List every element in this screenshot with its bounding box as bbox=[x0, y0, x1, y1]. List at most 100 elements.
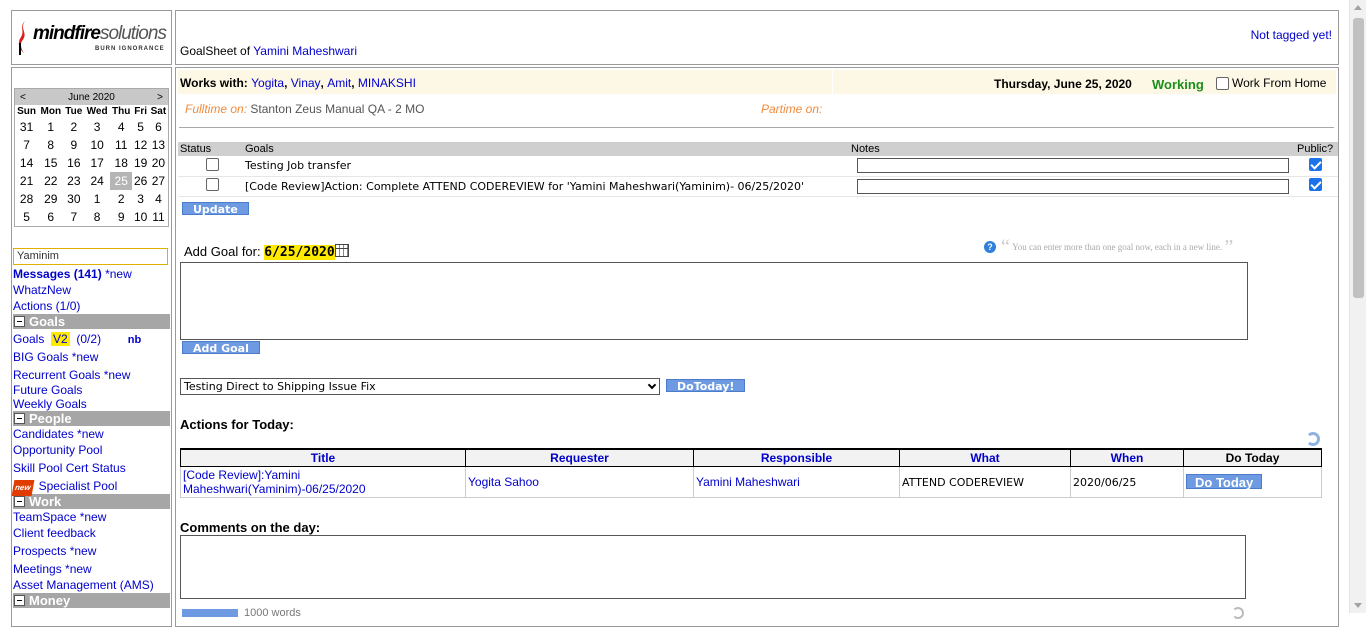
calendar-day[interactable]: 1 bbox=[38, 118, 63, 136]
calendar-day[interactable]: 2 bbox=[110, 190, 132, 208]
calendar-day[interactable]: 5 bbox=[15, 208, 38, 226]
calendar-day[interactable]: 15 bbox=[38, 154, 63, 172]
work-from-home-toggle[interactable]: Work From Home bbox=[1216, 76, 1326, 90]
sidebar-item-big-goals[interactable]: BIG Goals *new bbox=[13, 350, 98, 364]
sidebar-item-recurrent-goals[interactable]: Recurrent Goals *new bbox=[13, 368, 130, 382]
action-responsible-link[interactable]: Yamini Maheshwari bbox=[696, 475, 800, 489]
calendar-day[interactable]: 7 bbox=[63, 208, 84, 226]
action-requester-link[interactable]: Yogita Sahoo bbox=[468, 475, 539, 489]
scroll-thumb[interactable] bbox=[1353, 18, 1364, 298]
calendar-day[interactable]: 5 bbox=[132, 118, 148, 136]
calendar-day[interactable]: 2 bbox=[63, 118, 84, 136]
sidebar-item-client-feedback[interactable]: Client feedback bbox=[13, 526, 96, 540]
calendar-day[interactable]: 11 bbox=[110, 136, 132, 154]
calendar-day[interactable]: 11 bbox=[149, 208, 168, 226]
calendar-day[interactable]: 12 bbox=[132, 136, 148, 154]
calendar-day[interactable]: 23 bbox=[63, 172, 84, 190]
calendar-day[interactable]: 6 bbox=[149, 118, 168, 136]
user-name-link[interactable]: Yamini Maheshwari bbox=[253, 44, 357, 58]
calendar-day[interactable]: 30 bbox=[63, 190, 84, 208]
calendar-prev-button[interactable]: < bbox=[20, 92, 26, 103]
calendar-day[interactable]: 17 bbox=[84, 154, 110, 172]
calendar-day[interactable]: 3 bbox=[132, 190, 148, 208]
goals-count[interactable]: (0/2) bbox=[76, 332, 101, 346]
calendar-day[interactable]: 27 bbox=[149, 172, 168, 190]
goal-public-checkbox[interactable] bbox=[1309, 157, 1322, 171]
coworker-link[interactable]: Vinay bbox=[291, 76, 321, 90]
do-today-button[interactable]: Do Today bbox=[1186, 474, 1263, 490]
calendar-icon[interactable] bbox=[334, 244, 349, 257]
calendar-day[interactable]: 31 bbox=[15, 118, 38, 136]
goal-public-checkbox[interactable] bbox=[1309, 178, 1322, 191]
column-title[interactable]: Title bbox=[180, 448, 466, 467]
calendar-day[interactable]: 24 bbox=[84, 172, 110, 190]
section-header-work[interactable]: Work bbox=[13, 494, 170, 509]
goals-v2-link[interactable]: V2 bbox=[51, 332, 70, 346]
calendar-day[interactable]: 18 bbox=[110, 154, 132, 172]
column-what[interactable]: What bbox=[899, 448, 1071, 467]
calendar-day[interactable]: 20 bbox=[149, 154, 168, 172]
update-button[interactable]: Update bbox=[182, 202, 249, 216]
sidebar-item-meetings[interactable]: Meetings *new bbox=[13, 562, 92, 576]
sidebar-item-prospects[interactable]: Prospects *new bbox=[13, 544, 96, 558]
user-search-input[interactable]: Yaminim bbox=[13, 248, 168, 265]
calendar-day[interactable]: 21 bbox=[15, 172, 38, 190]
sidebar-item-skill-pool[interactable]: Skill Pool Cert Status bbox=[13, 461, 126, 475]
goal-date-field[interactable]: 6/25/2020 bbox=[264, 245, 335, 260]
do-today-select[interactable]: Testing Direct to Shipping Issue Fix bbox=[180, 378, 660, 395]
goal-status-checkbox[interactable] bbox=[206, 157, 219, 171]
scroll-down-icon[interactable] bbox=[1354, 603, 1362, 608]
refresh-icon[interactable] bbox=[1232, 607, 1244, 619]
scroll-up-icon[interactable] bbox=[1354, 5, 1362, 10]
sidebar-item-messages[interactable]: Messages (141) bbox=[13, 267, 102, 281]
coworker-link[interactable]: Amit bbox=[327, 76, 351, 90]
sidebar-item-goals[interactable]: Goals bbox=[13, 332, 44, 346]
wfh-checkbox[interactable] bbox=[1216, 76, 1229, 90]
calendar-day[interactable]: 8 bbox=[84, 208, 110, 226]
add-goal-button[interactable]: Add Goal bbox=[182, 341, 260, 355]
calendar-day[interactable]: 29 bbox=[38, 190, 63, 208]
page-scrollbar[interactable] bbox=[1349, 0, 1366, 613]
column-when[interactable]: When bbox=[1070, 448, 1184, 467]
sidebar-item-specialist-pool[interactable]: Specialist Pool bbox=[39, 479, 118, 493]
sidebar-item-opportunity-pool[interactable]: Opportunity Pool bbox=[13, 443, 102, 457]
add-goal-textarea[interactable] bbox=[180, 262, 1248, 340]
comments-textarea[interactable] bbox=[180, 535, 1246, 599]
calendar-day[interactable]: 14 bbox=[15, 154, 38, 172]
calendar-day[interactable]: 4 bbox=[149, 190, 168, 208]
calendar-day[interactable]: 28 bbox=[15, 190, 38, 208]
help-icon[interactable]: ? bbox=[984, 241, 996, 253]
column-requester[interactable]: Requester bbox=[465, 448, 694, 467]
sidebar-item-asset-management[interactable]: Asset Management (AMS) bbox=[13, 578, 154, 592]
section-header-people[interactable]: People bbox=[13, 411, 170, 426]
coworker-link[interactable]: MINAKSHI bbox=[358, 76, 416, 90]
sidebar-item-weekly-goals[interactable]: Weekly Goals bbox=[13, 397, 87, 411]
sidebar-item-teamspace[interactable]: TeamSpace *new bbox=[13, 510, 106, 524]
goals-nb-link[interactable]: nb bbox=[128, 334, 141, 346]
column-responsible[interactable]: Responsible bbox=[693, 448, 900, 467]
save-comments-button[interactable] bbox=[182, 609, 238, 617]
calendar-day[interactable]: 9 bbox=[110, 208, 132, 226]
calendar-day[interactable]: 8 bbox=[38, 136, 63, 154]
section-header-goals[interactable]: Goals bbox=[13, 314, 170, 329]
calendar-day[interactable]: 10 bbox=[132, 208, 148, 226]
calendar-day[interactable]: 26 bbox=[132, 172, 148, 190]
calendar-day[interactable]: 25 bbox=[109, 172, 133, 190]
calendar-day[interactable]: 10 bbox=[84, 136, 110, 154]
sidebar-item-future-goals[interactable]: Future Goals bbox=[13, 383, 82, 397]
section-header-money[interactable]: Money bbox=[13, 593, 170, 608]
company-logo[interactable]: mindfiresolutions BURN IGNORANCE bbox=[17, 19, 167, 59]
calendar-day[interactable]: 13 bbox=[149, 136, 168, 154]
calendar-day[interactable]: 6 bbox=[38, 208, 63, 226]
calendar-day[interactable]: 3 bbox=[84, 118, 110, 136]
calendar-day[interactable]: 22 bbox=[38, 172, 63, 190]
refresh-icon[interactable] bbox=[1306, 432, 1320, 446]
calendar-day[interactable]: 4 bbox=[110, 118, 132, 136]
calendar-day[interactable]: 16 bbox=[63, 154, 84, 172]
do-today-submit-button[interactable]: DoToday! bbox=[666, 379, 746, 393]
goal-notes-input[interactable] bbox=[857, 178, 1289, 194]
calendar-next-button[interactable]: > bbox=[157, 92, 163, 103]
calendar-day[interactable]: 1 bbox=[84, 190, 110, 208]
calendar-day[interactable]: 7 bbox=[15, 136, 38, 154]
messages-new-link[interactable]: *new bbox=[105, 267, 132, 281]
